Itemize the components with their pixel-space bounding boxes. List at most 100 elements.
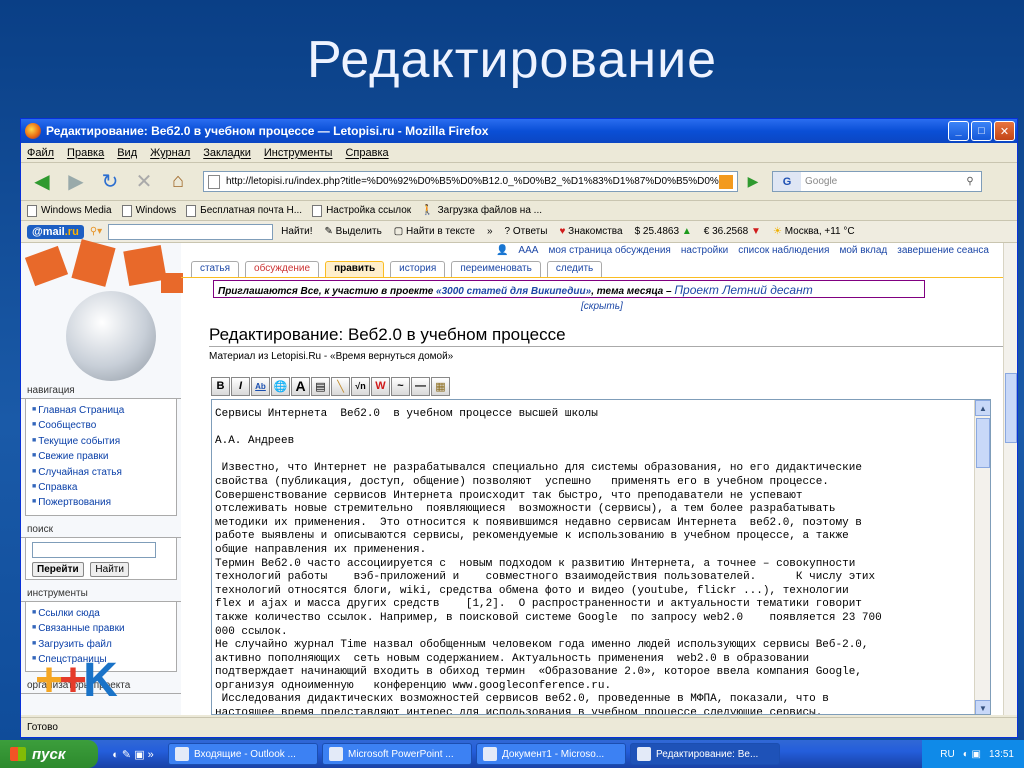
taskbar-item-powerpoint[interactable]: Microsoft PowerPoint ... — [322, 743, 472, 765]
external-link-icon[interactable]: 🌐 — [271, 376, 290, 396]
notice-link[interactable]: «3000 статей для Википедии» — [436, 286, 591, 297]
media-icon[interactable]: ╲ — [331, 376, 350, 396]
sidebar-item-upload[interactable]: Загрузить файл — [32, 637, 170, 652]
bookmark-item[interactable]: Windows Media — [27, 204, 112, 217]
go-icon[interactable]: ▶ — [742, 171, 764, 193]
personal-prefs[interactable]: настройки — [681, 245, 728, 256]
scroll-up-icon[interactable]: ▲ — [975, 400, 990, 416]
highlight-button[interactable]: ✎ Выделить — [324, 226, 381, 237]
bookmark-item[interactable]: Windows — [121, 204, 176, 217]
tab-rename[interactable]: переименовать — [451, 261, 541, 277]
sidebar-item-community[interactable]: Сообщество — [32, 418, 170, 433]
nowiki-icon[interactable]: W — [371, 376, 390, 396]
menu-file[interactable]: Файл — [27, 147, 54, 159]
more-chevron-icon[interactable]: » — [487, 226, 493, 237]
minimize-button[interactable]: _ — [948, 121, 969, 141]
page-scroll-thumb[interactable] — [1005, 373, 1017, 443]
internal-link-button[interactable]: Ab — [251, 376, 270, 396]
sidebar-item-main[interactable]: Главная Страница — [32, 403, 170, 418]
close-button[interactable]: ✕ — [994, 121, 1015, 141]
find-button[interactable]: Найти — [90, 561, 129, 577]
personal-talk[interactable]: моя страница обсуждения — [548, 245, 670, 256]
eur-rate[interactable]: € 36.2568 ▼ — [704, 226, 761, 237]
sidebar-search-input[interactable] — [32, 541, 156, 558]
signature-icon[interactable]: ~ — [391, 376, 410, 396]
taskbar-item-outlook[interactable]: Входящие - Outlook ... — [168, 743, 318, 765]
bookmark-item[interactable]: Бесплатная почта Н... — [186, 204, 302, 217]
menu-tools[interactable]: Инструменты — [264, 147, 333, 159]
personal-logout[interactable]: завершение сеанса — [897, 245, 989, 256]
sidebar-item-help[interactable]: Справка — [32, 480, 170, 495]
rss-icon[interactable] — [719, 174, 733, 189]
mail-find-button[interactable]: Найти! — [281, 226, 312, 237]
italic-button[interactable]: I — [231, 376, 250, 396]
personal-contribs[interactable]: мой вклад — [839, 245, 887, 256]
hide-notice-link[interactable]: [скрыть] — [581, 301, 623, 312]
home-icon[interactable]: ⌂ — [163, 169, 193, 195]
language-indicator[interactable]: RU — [940, 749, 954, 760]
bookmark-item[interactable]: Настройка ссылок — [312, 204, 411, 217]
quick-launch[interactable]: ◐ ✎ ▣ » — [98, 748, 168, 761]
tabs-divider — [181, 277, 1003, 278]
sidebar-item-random[interactable]: Случайная статья — [32, 465, 170, 480]
menu-view[interactable]: Вид — [117, 147, 137, 159]
scroll-thumb[interactable] — [976, 418, 990, 468]
search-icon[interactable]: ⚲▾ — [90, 226, 102, 237]
tab-history[interactable]: история — [390, 261, 446, 277]
sidebar-item-recent[interactable]: Свежие правки — [32, 449, 170, 464]
notice-project-link[interactable]: Проект Летний десант — [674, 283, 812, 297]
image-icon[interactable]: ▤ — [311, 376, 330, 396]
bold-button[interactable]: B — [211, 376, 230, 396]
sidebar-item-donate[interactable]: Пожертвования — [32, 495, 170, 510]
find-in-text-button[interactable]: ▢ Найти в тексте — [394, 226, 475, 237]
tray-icons[interactable]: ◐ ▣ — [963, 749, 981, 760]
tab-watch[interactable]: следить — [546, 261, 603, 277]
search-magnifier-icon[interactable]: ⚲ — [959, 176, 981, 187]
tab-article[interactable]: статья — [191, 261, 240, 277]
back-arrow-icon[interactable]: ◀ — [27, 169, 57, 195]
site-logo[interactable] — [21, 239, 183, 383]
menu-edit[interactable]: Правка — [67, 147, 104, 159]
title-bar[interactable]: Редактирование: Веб2.0 в учебном процесс… — [21, 119, 1017, 143]
search-box[interactable]: G Google ⚲ — [772, 171, 982, 192]
taskbar-item-word[interactable]: Документ1 - Microso... — [476, 743, 626, 765]
answers-button[interactable]: ? Ответы — [505, 226, 548, 237]
organizer-logo[interactable]: ++K — [35, 653, 118, 708]
heading-divider — [209, 346, 1009, 347]
search-engine-icon[interactable]: G — [773, 172, 801, 191]
scroll-down-icon[interactable]: ▼ — [975, 700, 990, 714]
menu-history[interactable]: Журнал — [150, 147, 190, 159]
start-button[interactable]: пуск — [0, 740, 98, 768]
heading-button[interactable]: A — [291, 376, 310, 396]
textarea-scrollbar[interactable]: ▲ ▼ — [974, 400, 990, 714]
tab-edit[interactable]: править — [325, 261, 385, 277]
stop-icon[interactable]: ✕ — [129, 169, 159, 195]
search-header: поиск — [21, 522, 181, 538]
url-bar[interactable]: http://letopisi.ru/index.php?title=%D0%9… — [203, 171, 738, 192]
menu-bookmarks[interactable]: Закладки — [203, 147, 251, 159]
go-button[interactable]: Перейти — [32, 561, 84, 577]
reload-icon[interactable]: ↻ — [95, 169, 125, 195]
windows-flag-icon — [10, 747, 26, 761]
page-scrollbar[interactable] — [1003, 243, 1017, 715]
personal-watchlist[interactable]: список наблюдения — [738, 245, 829, 256]
table-icon[interactable]: ▦ — [431, 376, 450, 396]
sidebar-item-events[interactable]: Текущие события — [32, 434, 170, 449]
tab-discussion[interactable]: обсуждение — [245, 261, 320, 277]
dating-button[interactable]: ♥ Знакомства — [559, 226, 622, 237]
horizontal-line-icon[interactable]: — — [411, 376, 430, 396]
maximize-button[interactable]: □ — [971, 121, 992, 141]
mail-logo[interactable]: @mail.ru — [27, 224, 84, 239]
usd-rate[interactable]: $ 25.4863 ▲ — [635, 226, 692, 237]
sidebar-item-whatlinkshere[interactable]: Ссылки сюда — [32, 606, 170, 621]
edit-textarea[interactable]: Сервисы Интернета Веб2.0 в учебном проце… — [211, 399, 991, 715]
menu-help[interactable]: Справка — [345, 147, 388, 159]
weather[interactable]: ☀ Москва, +11 °C — [773, 226, 855, 237]
mail-search-input[interactable] — [108, 223, 274, 240]
bookmark-item[interactable]: 🚶 Загрузка файлов на ... — [421, 205, 542, 216]
forward-arrow-icon[interactable]: ▶ — [61, 169, 91, 195]
taskbar-item-firefox[interactable]: Редактирование: Be... — [630, 743, 780, 765]
sidebar-item-related[interactable]: Связанные правки — [32, 621, 170, 636]
math-icon[interactable]: √n — [351, 376, 370, 396]
personal-user[interactable]: AAA — [518, 245, 538, 256]
